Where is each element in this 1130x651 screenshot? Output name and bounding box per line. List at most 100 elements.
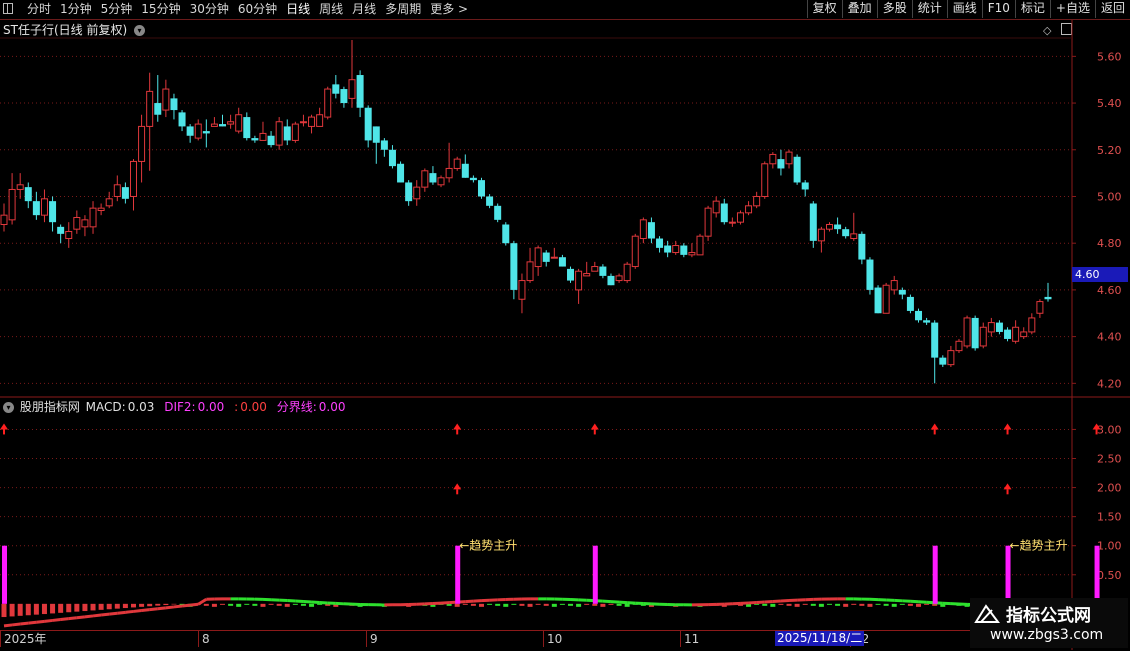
candle-body <box>187 126 194 135</box>
macd-histogram-bar <box>819 604 824 607</box>
candle-body <box>1021 332 1027 337</box>
candle-body <box>349 80 355 99</box>
candle-body <box>632 236 638 266</box>
current-price-tag: 4.60 <box>1072 267 1128 282</box>
macd-histogram-bar <box>244 604 249 605</box>
watermark-title: 指标公式网 <box>1006 601 1091 626</box>
candle-body <box>535 248 541 267</box>
candle-body <box>923 320 930 322</box>
up-arrow-stem <box>1096 429 1098 434</box>
macd-histogram-bar <box>301 604 306 606</box>
macd-histogram-bar <box>859 604 864 606</box>
candle-body <box>939 358 946 365</box>
candle-body <box>373 126 380 142</box>
macd-histogram-bar <box>212 604 217 607</box>
candle-body <box>729 222 735 223</box>
candle-body <box>802 182 809 189</box>
date-tick: 2025年 <box>0 631 47 647</box>
candle-body <box>57 227 64 234</box>
candle-body <box>260 133 266 140</box>
candle-body <box>673 246 679 253</box>
macd-histogram-bar <box>884 604 889 606</box>
candle-body <box>510 243 517 290</box>
macd-histogram-bar <box>220 604 225 605</box>
macd-histogram-bar <box>544 604 549 606</box>
macd-histogram-bar <box>835 604 840 606</box>
macd-histogram-bar <box>115 604 120 609</box>
candle-body <box>697 236 703 255</box>
indicator-axis-label: 2.00 <box>1097 482 1122 495</box>
candle-body <box>381 140 388 149</box>
candle-body <box>9 189 15 219</box>
candle-body <box>462 164 469 178</box>
dif-line-segment <box>12 624 20 625</box>
signal-bar <box>1095 546 1100 604</box>
candle-body <box>405 182 412 201</box>
candle-body <box>470 178 477 180</box>
dif-line-segment <box>190 604 198 605</box>
up-arrow-icon <box>591 423 599 429</box>
macd-histogram-bar <box>811 604 816 606</box>
candle-body <box>25 187 32 201</box>
chart-canvas[interactable]: 5.605.405.205.004.804.604.404.203.002.50… <box>0 0 1130 650</box>
dif-line-segment <box>77 617 85 618</box>
candle-body <box>17 185 23 190</box>
macd-histogram-bar <box>163 604 168 605</box>
macd-histogram-bar <box>252 604 257 606</box>
dif-line-segment <box>85 616 93 617</box>
macd-histogram-bar <box>309 604 314 607</box>
candle-body <box>948 351 954 365</box>
candle-body <box>357 75 364 108</box>
macd-histogram-bar <box>795 604 800 607</box>
candle-body <box>340 89 347 103</box>
macd-histogram-bar <box>592 604 597 606</box>
candle-body <box>154 103 161 115</box>
candle-body <box>276 122 282 145</box>
candle-body <box>915 311 922 320</box>
candle-body <box>964 318 970 346</box>
indicator-menu-icon[interactable]: ▾ <box>3 402 14 413</box>
up-arrow-icon <box>1004 423 1012 429</box>
macd-histogram-bar <box>155 604 160 606</box>
candle-body <box>332 84 339 93</box>
candle-body <box>429 173 436 182</box>
candle-body <box>899 290 906 295</box>
macd-histogram-bar <box>536 604 541 605</box>
candle-body <box>74 218 80 230</box>
macd-histogram-bar <box>58 604 63 613</box>
macd-histogram-bar <box>778 604 783 605</box>
dif-line-segment <box>36 621 44 622</box>
candle-body <box>317 115 323 127</box>
candle-body <box>414 187 420 199</box>
indicator-axis-label: 2.50 <box>1097 453 1122 466</box>
dif-line-segment <box>28 622 36 623</box>
candle-body <box>292 124 298 140</box>
candle-body <box>33 201 40 215</box>
dif-line-segment <box>142 610 150 611</box>
candle-body <box>163 89 169 110</box>
candle-body <box>972 318 979 348</box>
dif-line-segment <box>61 619 69 620</box>
candle-body <box>422 171 428 187</box>
candle-body <box>543 253 550 262</box>
macd-histogram-bar <box>916 604 921 607</box>
up-arrow-icon <box>453 423 461 429</box>
macd-histogram-bar <box>608 604 613 605</box>
macd-histogram-bar <box>293 604 298 605</box>
macd-histogram-bar <box>495 604 500 606</box>
dif-line-segment <box>133 611 141 612</box>
macd-histogram-bar <box>560 604 565 605</box>
macd-value: 0.03 <box>128 400 155 414</box>
candle-body <box>268 136 275 145</box>
macd-histogram-bar <box>99 604 104 610</box>
macd-histogram-bar <box>107 604 112 609</box>
dif2-value: 0.00 <box>198 400 225 414</box>
candle-body <box>648 222 655 238</box>
signal-bar <box>593 546 598 604</box>
macd-histogram-bar <box>10 604 15 617</box>
candle-body <box>49 201 56 222</box>
candle-body <box>1013 327 1019 341</box>
candle-body <box>122 187 129 199</box>
candle-body <box>762 164 768 197</box>
macd-histogram-bar <box>900 604 905 605</box>
